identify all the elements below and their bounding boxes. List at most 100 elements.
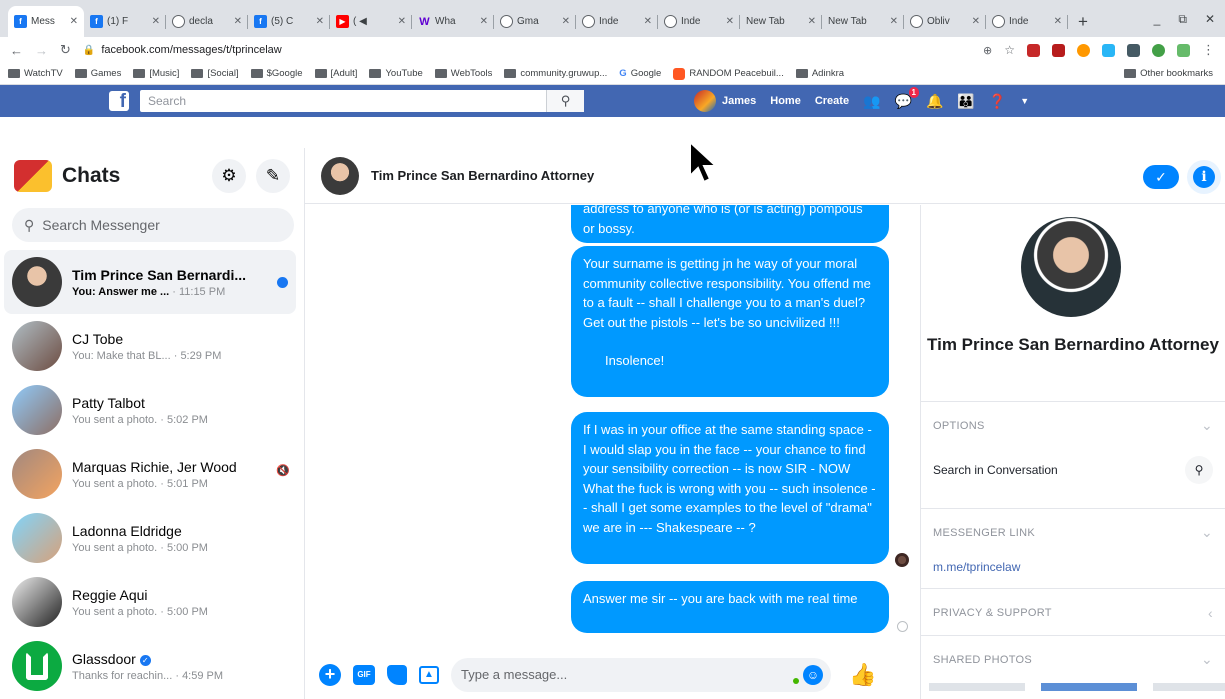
bookmark-folder[interactable]: $Google bbox=[250, 68, 303, 79]
close-tab-icon[interactable]: ✕ bbox=[152, 16, 160, 27]
forward-icon[interactable]: → bbox=[35, 43, 48, 58]
close-tab-icon[interactable]: ✕ bbox=[644, 16, 652, 27]
bookmark-folder[interactable]: WatchTV bbox=[8, 68, 63, 79]
browser-tab[interactable]: decla ✕ bbox=[166, 6, 248, 37]
menu-dots-icon[interactable]: ⋮ bbox=[1202, 42, 1215, 58]
avatar[interactable] bbox=[1021, 217, 1121, 317]
browser-tab[interactable]: Gma ✕ bbox=[494, 6, 576, 37]
message-bubble[interactable]: Your surname is getting jn he way of you… bbox=[571, 246, 889, 397]
profile-link[interactable]: James bbox=[694, 90, 756, 112]
star-icon[interactable]: ☆ bbox=[1004, 43, 1015, 57]
search-in-conversation[interactable]: Search in Conversation ⚲ bbox=[921, 448, 1225, 492]
close-tab-icon[interactable]: ✕ bbox=[562, 16, 570, 27]
conversation-item[interactable]: Reggie Aqui You sent a photo. · 5:00 PM bbox=[0, 570, 304, 634]
browser-tab[interactable]: Inde ✕ bbox=[986, 6, 1068, 37]
message-input[interactable]: Type a message... ☺ bbox=[451, 657, 831, 692]
new-message-icon[interactable]: ✎ bbox=[256, 159, 290, 193]
add-icon[interactable]: + bbox=[319, 663, 341, 686]
minimize-icon[interactable]: _ bbox=[1154, 12, 1161, 27]
check-icon[interactable]: ✓ bbox=[1143, 165, 1179, 189]
facebook-search-input[interactable]: Search ⚲ bbox=[140, 90, 584, 112]
extension-icon[interactable] bbox=[1077, 43, 1090, 57]
messenger-icon[interactable]: 💬 1 bbox=[895, 86, 919, 110]
home-link[interactable]: Home bbox=[770, 95, 801, 107]
options-section-header[interactable]: OPTIONS ⌄ bbox=[921, 401, 1225, 449]
other-bookmarks[interactable]: Other bookmarks bbox=[1124, 68, 1213, 79]
privacy-section-header[interactable]: PRIVACY & SUPPORT ‹ bbox=[921, 588, 1225, 636]
new-tab-button[interactable]: + bbox=[1078, 6, 1088, 37]
extension-icon[interactable] bbox=[1102, 43, 1115, 57]
extension-icon[interactable] bbox=[1127, 43, 1140, 57]
back-icon[interactable]: ← bbox=[10, 43, 23, 58]
browser-tab[interactable]: f (1) F ✕ bbox=[84, 6, 166, 37]
bookmark-folder[interactable]: community.gruwup... bbox=[504, 68, 607, 79]
message-bubble[interactable]: Answer me sir -- you are back with me re… bbox=[571, 581, 889, 633]
shared-photo[interactable] bbox=[929, 683, 1025, 691]
browser-tab[interactable]: Inde ✕ bbox=[576, 6, 658, 37]
close-tab-icon[interactable]: ✕ bbox=[808, 16, 816, 27]
search-icon[interactable]: ⚲ bbox=[546, 90, 584, 112]
settings-gear-icon[interactable]: ⚙ bbox=[212, 159, 246, 193]
shared-photo[interactable] bbox=[1153, 683, 1225, 691]
bookmark-link[interactable]: RANDOM Peacebuil... bbox=[673, 67, 784, 80]
conversation-title[interactable]: Tim Prince San Bernardino Attorney bbox=[371, 168, 594, 183]
shared-photo[interactable] bbox=[1041, 683, 1137, 691]
help-icon[interactable]: ❓ bbox=[989, 93, 1006, 110]
browser-tab[interactable]: New Tab ✕ bbox=[740, 6, 822, 37]
info-button[interactable]: i bbox=[1187, 160, 1221, 194]
shared-photos-section-header[interactable]: SHARED PHOTOS ⌄ bbox=[921, 635, 1225, 683]
conversation-item[interactable]: Glassdoor ✓ Thanks for reachin... · 4:59… bbox=[0, 634, 304, 698]
bookmark-folder[interactable]: YouTube bbox=[369, 68, 423, 79]
extension-icon[interactable] bbox=[1152, 43, 1165, 57]
close-tab-icon[interactable]: ✕ bbox=[398, 16, 406, 27]
zoom-icon[interactable]: ⊕ bbox=[983, 44, 992, 57]
image-icon[interactable]: ▲ bbox=[419, 665, 439, 684]
bookmark-folder[interactable]: [Social] bbox=[191, 68, 239, 79]
close-tab-icon[interactable]: ✕ bbox=[972, 16, 980, 27]
avatar[interactable] bbox=[14, 160, 52, 192]
conversation-item[interactable]: Ladonna Eldridge You sent a photo. · 5:0… bbox=[0, 506, 304, 570]
sticker-icon[interactable] bbox=[387, 664, 407, 685]
url-bar[interactable]: 🔒 facebook.com/messages/t/tprincelaw bbox=[83, 39, 971, 61]
close-tab-icon[interactable]: ✕ bbox=[480, 16, 488, 27]
messenger-search-input[interactable]: ⚲ Search Messenger bbox=[12, 208, 294, 242]
messenger-link-section-header[interactable]: MESSENGER LINK ⌄ bbox=[921, 508, 1225, 556]
close-tab-icon[interactable]: ✕ bbox=[1054, 16, 1062, 27]
bookmark-folder[interactable]: Games bbox=[74, 68, 121, 79]
browser-tab[interactable]: W Wha ✕ bbox=[412, 6, 494, 37]
notifications-icon[interactable]: 🔔 bbox=[926, 93, 943, 110]
conversation-item[interactable]: Marquas Richie, Jer Wood You sent a phot… bbox=[0, 442, 304, 506]
browser-tab[interactable]: f (5) C ✕ bbox=[248, 6, 330, 37]
close-tab-icon[interactable]: ✕ bbox=[726, 16, 734, 27]
bookmark-folder[interactable]: [Music] bbox=[133, 68, 179, 79]
message-bubble[interactable]: address to anyone who is (or is acting) … bbox=[571, 205, 889, 243]
friends-icon[interactable]: 👥 bbox=[863, 93, 880, 110]
conversation-item[interactable]: CJ Tobe You: Make that BL... · 5:29 PM bbox=[0, 314, 304, 378]
browser-tab[interactable]: New Tab ✕ bbox=[822, 6, 904, 37]
facebook-logo-icon[interactable]: f bbox=[109, 91, 129, 111]
reload-icon[interactable]: ↻ bbox=[60, 42, 71, 58]
browser-tab[interactable]: Inde ✕ bbox=[658, 6, 740, 37]
bookmark-folder[interactable]: WebTools bbox=[434, 68, 492, 79]
create-link[interactable]: Create bbox=[815, 95, 849, 107]
gif-icon[interactable]: GIF bbox=[353, 664, 375, 685]
restore-icon[interactable]: ⧉ bbox=[1178, 12, 1187, 27]
like-thumb-icon[interactable]: 👍 bbox=[849, 662, 876, 688]
dropdown-icon[interactable]: ▼ bbox=[1020, 96, 1029, 106]
close-tab-icon[interactable]: ✕ bbox=[234, 16, 242, 27]
avatar[interactable] bbox=[321, 156, 359, 195]
close-tab-icon[interactable]: ✕ bbox=[70, 16, 78, 27]
conversation-item[interactable]: Patty Talbot You sent a photo. · 5:02 PM bbox=[0, 378, 304, 442]
conversation-item[interactable]: Tim Prince San Bernardi... You: Answer m… bbox=[4, 250, 296, 314]
emoji-icon[interactable]: ☺ bbox=[803, 664, 823, 685]
messenger-link[interactable]: m.me/tprincelaw bbox=[933, 560, 1020, 574]
browser-tab[interactable]: ▶( ◀ ✕ bbox=[330, 6, 412, 37]
bookmark-folder[interactable]: [Adult] bbox=[314, 68, 357, 79]
extension-icon[interactable] bbox=[1027, 43, 1040, 57]
bookmark-link[interactable]: G Google bbox=[619, 68, 661, 79]
groups-icon[interactable]: 👪 bbox=[957, 93, 974, 110]
browser-tab[interactable]: f Mess ✕ bbox=[8, 6, 84, 37]
extension-icon[interactable] bbox=[1177, 43, 1190, 57]
browser-tab[interactable]: Obliv ✕ bbox=[904, 6, 986, 37]
message-bubble[interactable]: If I was in your office at the same stan… bbox=[571, 412, 889, 564]
